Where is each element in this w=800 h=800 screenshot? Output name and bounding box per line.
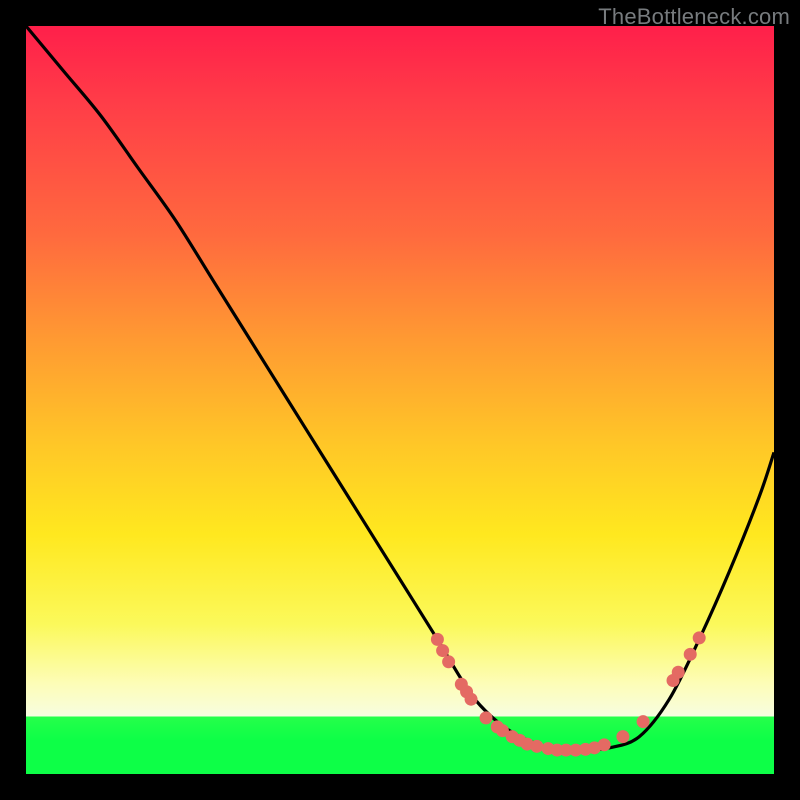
curve-marker (480, 711, 493, 724)
bottleneck-curve (26, 26, 774, 750)
curve-marker (616, 730, 629, 743)
curve-markers (431, 631, 706, 756)
curve-marker (530, 740, 543, 753)
chart-frame (26, 26, 774, 774)
curve-marker (693, 631, 706, 644)
curve-marker (672, 666, 685, 679)
curve-marker (684, 648, 697, 661)
curve-marker (442, 655, 455, 668)
curve-marker (431, 633, 444, 646)
curve-marker (637, 715, 650, 728)
watermark-text: TheBottleneck.com (598, 4, 790, 30)
curve-marker (465, 693, 478, 706)
curve-marker (598, 738, 611, 751)
curve-marker (436, 644, 449, 657)
chart-svg (26, 26, 774, 774)
